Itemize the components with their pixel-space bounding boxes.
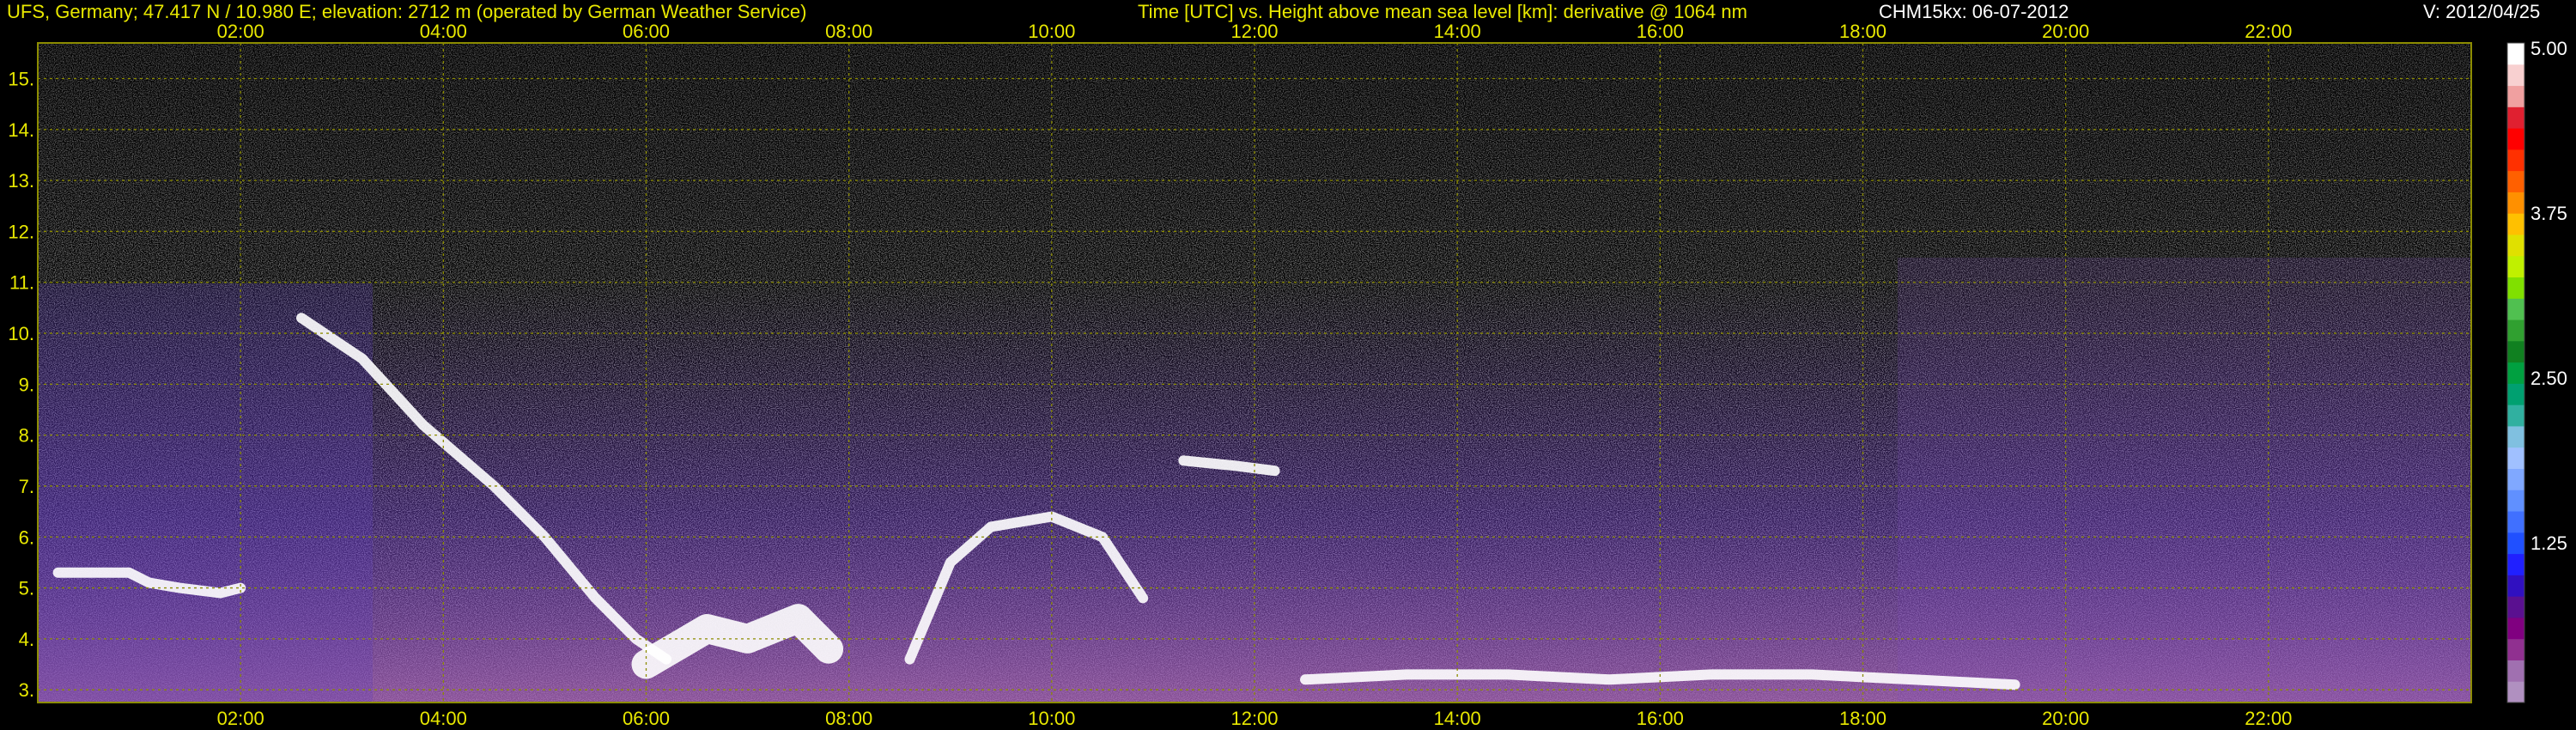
colorbar-cell [2507,490,2524,512]
colorbar-cell [2507,638,2524,660]
x-tick-label-bottom: 20:00 [2042,708,2089,729]
colorbar-cell [2507,213,2524,235]
x-tick-label-bottom: 04:00 [420,708,467,729]
y-tick-label: 10. [8,323,34,344]
x-tick-label-bottom: 06:00 [623,708,670,729]
y-tick-label: 7. [19,476,34,497]
colorbar-cell [2507,575,2524,597]
colorbar-cell [2507,468,2524,490]
plot-area [37,42,2472,703]
y-tick-label: 15. [8,69,34,90]
x-tick-label-top: 02:00 [217,21,264,42]
x-tick-label-bottom: 18:00 [1839,708,1886,729]
colorbar-cell [2507,447,2524,469]
colorbar-tick-label: 1.25 [2530,532,2567,554]
colorbar: 5.00 3.75 2.50 1.25 [2506,38,2567,703]
x-tick-label-bottom: 08:00 [825,708,872,729]
y-tick-label: 13. [8,170,34,192]
x-tick-label-top: 10:00 [1028,21,1075,42]
colorbar-cell [2507,596,2524,618]
left-blue-region [38,283,373,703]
colorbar-cell [2507,149,2524,172]
colorbar-cell [2507,681,2524,703]
x-tick-label-top: 22:00 [2245,21,2292,42]
colorbar-cell [2507,532,2524,555]
y-tick-label: 5. [19,578,34,599]
x-tick-label-bottom: 14:00 [1434,708,1481,729]
colorbar-tick-label: 2.50 [2530,368,2567,389]
y-tick-label: 14. [8,119,34,141]
y-tick-label: 3. [19,679,34,701]
x-tick-label-top: 12:00 [1230,21,1278,42]
colorbar-cell [2507,383,2524,405]
x-tick-label-bottom: 12:00 [1230,708,1278,729]
colorbar-cell [2507,255,2524,278]
colorbar-cell [2507,405,2524,427]
colorbar-cell [2507,553,2524,575]
colorbar-cell [2507,660,2524,682]
x-tick-label-top: 14:00 [1434,21,1481,42]
colorbar-tick-label: 5.00 [2530,38,2567,59]
x-tick-label-top: 04:00 [420,21,467,42]
y-tick-label: 11. [9,272,34,294]
x-tick-label-top: 06:00 [623,21,670,42]
colorbar-cell [2507,85,2524,107]
x-tick-label-top: 18:00 [1839,21,1886,42]
colorbar-cell [2507,234,2524,257]
colorbar-cell [2507,43,2524,65]
x-tick-label-bottom: 10:00 [1028,708,1075,729]
colorbar-cell [2507,511,2524,533]
y-tick-label: 8. [19,425,34,447]
x-tick-label-top: 20:00 [2042,21,2089,42]
colorbar-cell [2507,298,2524,320]
y-tick-label: 4. [19,629,34,650]
colorbar-cell [2507,64,2524,87]
colorbar-cell [2507,128,2524,150]
ceilometer-chart: 02:00 04:00 06:00 08:00 10:00 12:00 14:00 16:00… [8,21,2567,729]
right-purple-region [1898,258,2471,703]
x-tick-label-bottom: 22:00 [2245,708,2292,729]
colorbar-tick-label: 3.75 [2530,203,2567,224]
x-tick-label-top: 08:00 [825,21,872,42]
y-tick-label: 12. [8,221,34,242]
x-tick-label-top: 16:00 [1637,21,1684,42]
x-tick-label-bottom: 02:00 [217,708,264,729]
colorbar-cell [2507,425,2524,448]
colorbar-cell [2507,340,2524,363]
colorbar-cell [2507,106,2524,129]
colorbar-cell [2507,362,2524,384]
x-tick-label-bottom: 16:00 [1637,708,1684,729]
colorbar-cell [2507,617,2524,640]
colorbar-cell [2507,192,2524,214]
y-tick-label: 6. [19,526,34,548]
colorbar-cell [2507,319,2524,342]
colorbar-cell [2507,170,2524,192]
colorbar-cell [2507,277,2524,299]
y-tick-label: 9. [19,374,34,395]
